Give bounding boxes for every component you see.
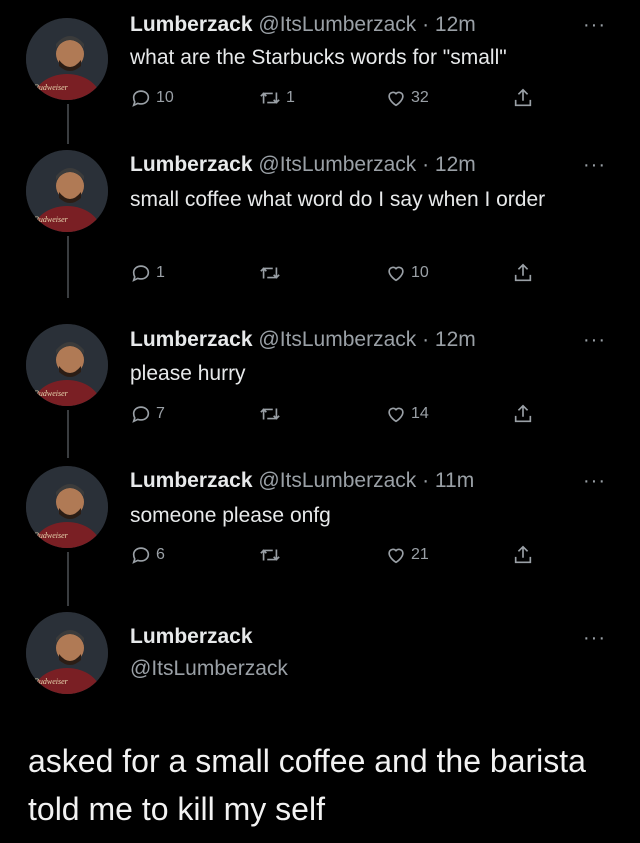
like-button[interactable]: 14 (385, 403, 429, 425)
display-name[interactable]: Lumberzack (130, 13, 253, 36)
user-handle[interactable]: @ItsLumberzack (258, 153, 416, 176)
tweet-text: someone please onfg (130, 504, 331, 527)
avatar[interactable]: Budweiser (26, 324, 108, 406)
more-icon[interactable]: ··· (583, 15, 606, 35)
heart-icon (388, 91, 404, 107)
thread-line (67, 236, 69, 298)
reply-button[interactable]: 6 (130, 544, 165, 566)
svg-text:Budweiser: Budweiser (34, 83, 69, 92)
thread-line (67, 410, 69, 458)
retweet-icon (260, 549, 280, 561)
timestamp[interactable]: · 12m (422, 153, 476, 176)
tweet-text: small coffee what word do I say when I o… (130, 188, 546, 211)
retweet-button[interactable] (258, 544, 286, 566)
user-handle[interactable]: @ItsLumberzack (258, 469, 416, 492)
heart-icon (388, 266, 404, 282)
tweet-header-handle: @ItsLumberzack (130, 656, 288, 682)
retweet-icon (260, 267, 280, 279)
display-name[interactable]: Lumberzack (130, 153, 253, 176)
svg-text:Budweiser: Budweiser (34, 389, 69, 398)
retweet-button[interactable]: 1 (258, 87, 295, 109)
meme-caption: asked for a small coffee and the barista… (28, 743, 586, 827)
avatar[interactable]: Budweiser (26, 18, 108, 100)
like-count: 21 (411, 546, 429, 563)
svg-text:Budweiser: Budweiser (34, 215, 69, 224)
tweet-actions: 7 14 (130, 403, 550, 429)
avatar[interactable]: Budweiser (26, 612, 108, 694)
more-icon[interactable]: ··· (583, 628, 606, 648)
tweet-actions: 6 21 (130, 544, 550, 570)
tweet-header: Lumberzack (130, 624, 253, 650)
tweet-text: please hurry (130, 362, 246, 385)
like-count: 10 (411, 264, 429, 281)
like-button[interactable]: 10 (385, 262, 429, 284)
reply-icon (132, 547, 150, 564)
thread-line (67, 104, 69, 144)
reply-count: 1 (156, 264, 165, 281)
reply-icon (132, 406, 150, 423)
reply-button[interactable]: 1 (130, 262, 165, 284)
more-icon[interactable]: ··· (583, 330, 606, 350)
display-name[interactable]: Lumberzack (130, 469, 253, 492)
share-button[interactable] (512, 262, 534, 284)
thread-line (67, 552, 69, 606)
more-icon[interactable]: ··· (583, 155, 606, 175)
tweet-header: Lumberzack @ItsLumberzack · 11m (130, 468, 474, 494)
display-name[interactable]: Lumberzack (130, 625, 253, 648)
user-handle[interactable]: @ItsLumberzack (258, 328, 416, 351)
timestamp[interactable]: · 12m (422, 13, 476, 36)
share-icon (514, 263, 532, 282)
share-button[interactable] (512, 544, 534, 566)
retweet-icon (260, 408, 280, 420)
timestamp[interactable]: · 12m (422, 328, 476, 351)
retweet-button[interactable] (258, 403, 286, 425)
reply-count: 6 (156, 546, 165, 563)
share-icon (514, 404, 532, 423)
reply-icon (132, 90, 150, 107)
svg-text:Budweiser: Budweiser (34, 531, 69, 540)
retweet-icon (260, 92, 280, 104)
avatar[interactable]: Budweiser (26, 466, 108, 548)
svg-text:Budweiser: Budweiser (34, 677, 69, 686)
user-handle[interactable]: @ItsLumberzack (258, 13, 416, 36)
reply-button[interactable]: 10 (130, 87, 174, 109)
share-icon (514, 88, 532, 107)
timestamp[interactable]: · 11m (422, 469, 474, 492)
reply-button[interactable]: 7 (130, 403, 165, 425)
like-button[interactable]: 32 (385, 87, 429, 109)
more-icon[interactable]: ··· (583, 471, 606, 491)
reply-icon (132, 265, 150, 282)
share-button[interactable] (512, 403, 534, 425)
tweet-header: Lumberzack @ItsLumberzack · 12m (130, 327, 476, 353)
tweet-header: Lumberzack @ItsLumberzack · 12m (130, 152, 476, 178)
user-handle[interactable]: @ItsLumberzack (130, 657, 288, 680)
reply-count: 7 (156, 405, 165, 422)
retweet-button[interactable] (258, 262, 286, 284)
share-button[interactable] (512, 87, 534, 109)
share-icon (514, 545, 532, 564)
tweet-header: Lumberzack @ItsLumberzack · 12m (130, 12, 476, 38)
like-button[interactable]: 21 (385, 544, 429, 566)
like-count: 14 (411, 405, 429, 422)
tweet-actions: 1 10 (130, 262, 550, 288)
like-count: 32 (411, 89, 429, 106)
avatar[interactable]: Budweiser (26, 150, 108, 232)
tweet-actions: 10 1 32 (130, 87, 550, 113)
retweet-count: 1 (286, 89, 295, 106)
reply-count: 10 (156, 89, 174, 106)
heart-icon (388, 548, 404, 564)
heart-icon (388, 407, 404, 423)
tweet-text: what are the Starbucks words for "small" (130, 46, 507, 69)
display-name[interactable]: Lumberzack (130, 328, 253, 351)
